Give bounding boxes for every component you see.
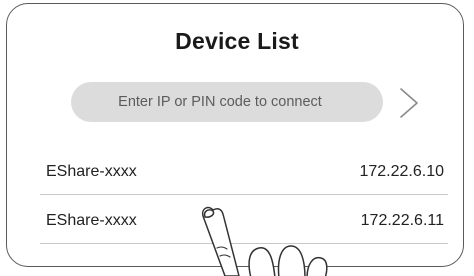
screen: Device List EShare-xxxx 172.22.6.10 ESha…: [0, 0, 474, 276]
device-name: EShare-xxxx: [46, 212, 137, 229]
row-divider: [40, 194, 448, 195]
device-ip: 172.22.6.11: [360, 212, 444, 229]
page-title: Device List: [175, 28, 299, 54]
connect-field-wrapper[interactable]: [71, 82, 383, 122]
device-ip: 172.22.6.10: [359, 163, 444, 180]
device-row[interactable]: EShare-xxxx 172.22.6.10: [46, 148, 444, 196]
row-divider: [40, 243, 448, 244]
device-name: EShare-xxxx: [46, 163, 137, 180]
ip-pin-input[interactable]: [71, 93, 369, 111]
device-row[interactable]: EShare-xxxx 172.22.6.11: [46, 197, 444, 245]
chevron-right-icon[interactable]: [396, 86, 422, 120]
